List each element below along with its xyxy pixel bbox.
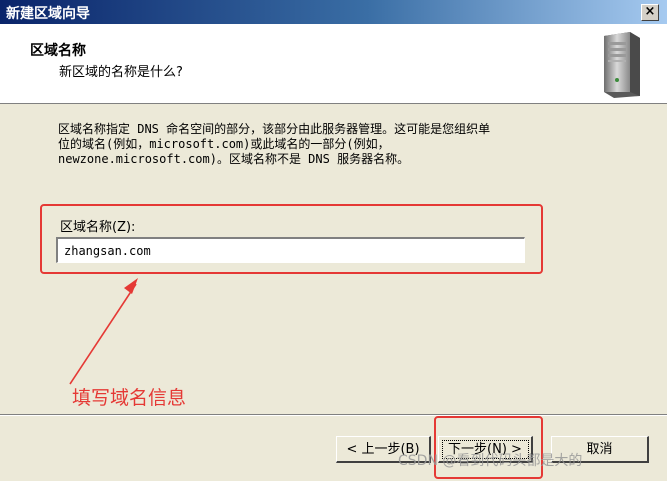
annotation-text: 填写域名信息: [72, 387, 187, 409]
separator: [0, 414, 667, 416]
wizard-header: 区域名称 新区域的名称是什么?: [0, 24, 667, 104]
description-line: newzone.microsoft.com)。区域名称不是 DNS 服务器名称。: [58, 152, 410, 166]
page-subtitle: 新区域的名称是什么?: [59, 65, 183, 80]
description-line: 位的域名(例如，microsoft.com)或此域名的一部分(例如，: [58, 137, 390, 151]
description-text: 区域名称指定 DNS 命名空间的部分，该部分由此服务器管理。这可能是您组织单 位…: [58, 122, 638, 167]
watermark: CSDN @看到代码头都是大的: [398, 453, 583, 469]
server-icon: [604, 32, 640, 98]
page-title: 区域名称: [30, 43, 86, 59]
description-line: 区域名称指定 DNS 命名空间的部分，该部分由此服务器管理。这可能是您组织单: [58, 122, 491, 136]
window-title: 新建区域向导: [6, 6, 90, 22]
close-icon: ×: [644, 4, 656, 19]
annotation-arrow-icon: [69, 278, 138, 385]
highlight-box-field: [40, 204, 543, 274]
close-button[interactable]: ×: [641, 4, 659, 21]
title-bar: 新建区域向导 ×: [0, 0, 667, 24]
